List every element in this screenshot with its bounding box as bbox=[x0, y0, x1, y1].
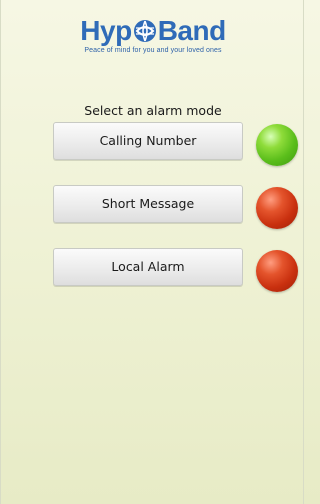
local-alarm-status-icon bbox=[256, 250, 298, 292]
short-message-status-icon bbox=[256, 187, 298, 229]
logo-wordmark: Hyp Band bbox=[80, 15, 227, 46]
alarm-mode-prompt: Select an alarm mode bbox=[84, 103, 222, 118]
calling-number-status-icon bbox=[256, 124, 298, 166]
logo-text-hyp: Hyp bbox=[80, 15, 132, 46]
short-message-button[interactable]: Short Message bbox=[53, 185, 243, 223]
hypoband-logo: Hyp Band Peace of mind for you and your … bbox=[1, 15, 305, 55]
logo-text-band: Band bbox=[157, 15, 227, 46]
tagline: Peace of mind for you and your loved one… bbox=[84, 47, 222, 54]
calling-number-button[interactable]: Calling Number bbox=[53, 122, 243, 160]
app-frame: Hyp Band Peace of mind for you and your … bbox=[0, 0, 304, 504]
globe-icon bbox=[133, 19, 157, 43]
local-alarm-button[interactable]: Local Alarm bbox=[53, 248, 243, 286]
